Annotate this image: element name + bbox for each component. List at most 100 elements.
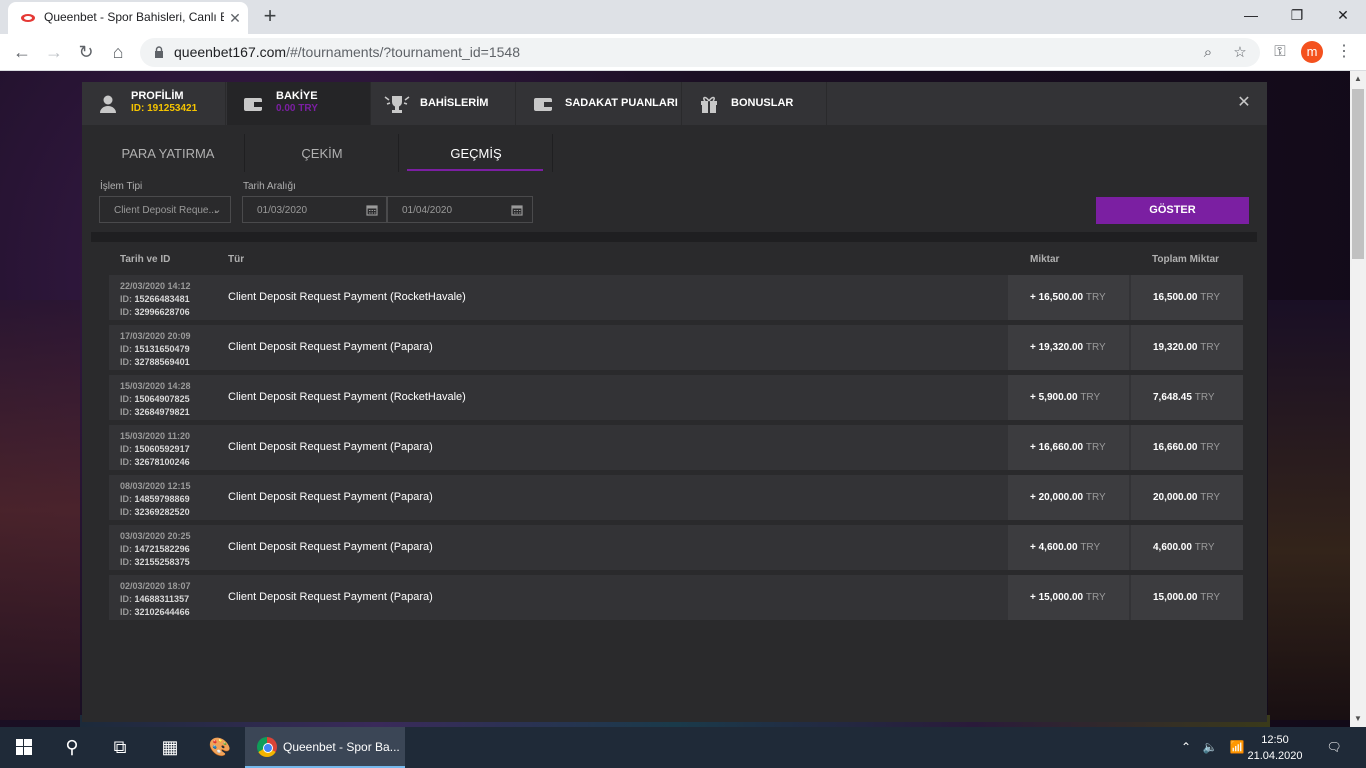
transaction-type-select[interactable]: Client Deposit Reque... ⌄ bbox=[99, 196, 231, 223]
subtab-history[interactable]: GEÇMİŞ bbox=[399, 134, 553, 172]
row-amount-cell: + 16,500.00 TRY bbox=[1008, 275, 1129, 320]
home-icon[interactable]: ⌂ bbox=[106, 40, 130, 64]
windows-start-icon[interactable] bbox=[0, 727, 48, 768]
table-row: 08/03/2020 12:15 ID: 14859798869 ID: 32369… bbox=[109, 475, 1243, 520]
account-modal: PROFİLİM ID: 191253421 BAKİYE 0.00 TRY B… bbox=[82, 82, 1267, 722]
scroll-down-icon[interactable]: ▼ bbox=[1350, 711, 1366, 727]
tab-my-bets[interactable]: BAHİSLERİM bbox=[372, 82, 516, 125]
row-type: Client Deposit Request Payment (Papara) bbox=[228, 441, 433, 453]
currency-label: TRY bbox=[1080, 392, 1101, 403]
calendar-icon[interactable] bbox=[510, 203, 524, 217]
row-total: 15,000.00 bbox=[1153, 592, 1198, 603]
calculator-icon[interactable]: ▦ bbox=[146, 727, 194, 768]
row-id-secondary: 32684979821 bbox=[134, 407, 190, 417]
row-amount-cell: + 15,000.00 TRY bbox=[1008, 575, 1129, 620]
zoom-icon[interactable]: ⌕ bbox=[1197, 42, 1219, 64]
table-row: 15/03/2020 14:28 ID: 15064907825 ID: 32684… bbox=[109, 375, 1243, 420]
tab-profile-id: ID: 191253421 bbox=[131, 103, 198, 114]
row-id-primary: 15266483481 bbox=[134, 294, 190, 304]
tab-loyalty-points[interactable]: SADAKAT PUANLARI bbox=[517, 82, 682, 125]
trophy-icon bbox=[384, 96, 410, 113]
table-row: 02/03/2020 18:07 ID: 14688311357 ID: 32102… bbox=[109, 575, 1243, 620]
row-date: 08/03/2020 12:15 bbox=[120, 481, 191, 491]
row-date-id: 15/03/2020 11:20 ID: 15060592917 ID: 32678… bbox=[120, 430, 190, 469]
tab-balance[interactable]: BAKİYE 0.00 TRY bbox=[227, 82, 371, 125]
date-from-input[interactable]: 01/03/2020 bbox=[242, 196, 387, 223]
row-date-id: 02/03/2020 18:07 ID: 14688311357 ID: 32102… bbox=[120, 580, 191, 619]
row-total: 4,600.00 bbox=[1153, 542, 1192, 553]
key-icon[interactable]: ⚿ bbox=[1269, 41, 1291, 63]
profile-avatar[interactable]: m bbox=[1301, 41, 1323, 63]
subtab-withdraw[interactable]: ÇEKİM bbox=[245, 134, 399, 172]
row-id-primary: 14688311357 bbox=[134, 594, 190, 604]
id-label: ID: bbox=[120, 394, 132, 404]
table-row: 03/03/2020 20:25 ID: 14721582296 ID: 32155… bbox=[109, 525, 1243, 570]
wallet-icon bbox=[244, 98, 262, 111]
transaction-type-value: Client Deposit Reque... bbox=[114, 205, 217, 216]
tab-close-icon[interactable]: ✕ bbox=[226, 9, 244, 27]
row-type: Client Deposit Request Payment (Papara) bbox=[228, 541, 433, 553]
id-label: ID: bbox=[120, 357, 132, 367]
page-scrollbar[interactable]: ▲ ▼ bbox=[1350, 71, 1366, 727]
new-tab-button[interactable]: + bbox=[258, 4, 282, 28]
taskbar-chrome-label: Queenbet - Spor Ba... bbox=[283, 740, 400, 754]
tray-chevron-up-icon[interactable]: ⌃ bbox=[1176, 727, 1196, 768]
address-bar[interactable]: queenbet167.com/#/tournaments/?tournamen… bbox=[140, 38, 1260, 67]
system-clock[interactable]: 12:50 21.04.2020 bbox=[1245, 732, 1305, 764]
row-total-cell: 16,500.00 TRY bbox=[1131, 275, 1243, 320]
currency-label: TRY bbox=[1194, 542, 1215, 553]
active-subtab-underline bbox=[407, 169, 543, 171]
date-from-value: 01/03/2020 bbox=[257, 205, 308, 216]
row-id-primary: 14721582296 bbox=[134, 544, 190, 554]
row-amount-cell: + 16,660.00 TRY bbox=[1008, 425, 1129, 470]
tab-profile[interactable]: PROFİLİM ID: 191253421 bbox=[82, 82, 226, 125]
history-table: Tarih ve ID Tür Miktar Toplam Miktar 22/… bbox=[91, 242, 1257, 712]
header-type: Tür bbox=[228, 254, 245, 265]
subtab-deposit[interactable]: PARA YATIRMA bbox=[91, 134, 245, 172]
scroll-up-icon[interactable]: ▲ bbox=[1350, 71, 1366, 87]
browser-tab[interactable]: Queenbet - Spor Bahisleri, Canlı B ✕ bbox=[8, 2, 248, 34]
currency-label: TRY bbox=[1085, 342, 1106, 353]
forward-icon[interactable]: → bbox=[42, 40, 66, 64]
browser-menu-icon[interactable]: ⋮ bbox=[1334, 40, 1354, 64]
row-amount-cell: + 4,600.00 TRY bbox=[1008, 525, 1129, 570]
url-path: /#/tournaments/?tournament_id=1548 bbox=[286, 44, 520, 60]
row-amount: + 4,600.00 bbox=[1030, 542, 1078, 553]
search-icon[interactable]: ⚲ bbox=[48, 727, 96, 768]
date-to-input[interactable]: 01/04/2020 bbox=[387, 196, 533, 223]
chrome-icon bbox=[257, 737, 277, 757]
currency-label: TRY bbox=[1200, 342, 1221, 353]
row-type: Client Deposit Request Payment (RocketHa… bbox=[228, 391, 466, 403]
close-window-button[interactable]: ✕ bbox=[1320, 0, 1366, 30]
row-amount: + 19,320.00 bbox=[1030, 342, 1084, 353]
minimize-button[interactable]: — bbox=[1228, 0, 1274, 30]
row-date-id: 22/03/2020 14:12 ID: 15266483481 ID: 32996… bbox=[120, 280, 191, 319]
tab-title: Queenbet - Spor Bahisleri, Canlı B bbox=[44, 10, 224, 24]
row-date-id: 03/03/2020 20:25 ID: 14721582296 ID: 32155… bbox=[120, 530, 191, 569]
calendar-icon[interactable] bbox=[365, 203, 379, 217]
id-label: ID: bbox=[120, 444, 132, 454]
row-id-primary: 15131650479 bbox=[134, 344, 190, 354]
task-view-icon[interactable]: ⧉ bbox=[96, 727, 144, 768]
volume-icon[interactable]: 🔈 bbox=[1198, 727, 1222, 768]
row-date-id: 17/03/2020 20:09 ID: 15131650479 ID: 32788… bbox=[120, 330, 191, 369]
reload-icon[interactable]: ↻ bbox=[74, 40, 98, 64]
notifications-icon[interactable]: 🗨 bbox=[1318, 727, 1350, 768]
paint-icon[interactable]: 🎨 bbox=[196, 727, 244, 768]
back-icon[interactable]: ← bbox=[10, 40, 34, 64]
taskbar-chrome-window[interactable]: Queenbet - Spor Ba... bbox=[245, 727, 405, 768]
currency-label: TRY bbox=[1085, 292, 1106, 303]
currency-label: TRY bbox=[1200, 292, 1221, 303]
show-button[interactable]: GÖSTER bbox=[1096, 197, 1249, 224]
bookmark-star-icon[interactable]: ☆ bbox=[1229, 42, 1251, 64]
gift-icon bbox=[701, 96, 717, 113]
id-label: ID: bbox=[120, 344, 132, 354]
header-date-id: Tarih ve ID bbox=[120, 254, 171, 265]
tab-bonuses[interactable]: BONUSLAR bbox=[683, 82, 827, 125]
maximize-button[interactable]: ❐ bbox=[1274, 0, 1320, 30]
background-art-left bbox=[0, 300, 80, 720]
transaction-type-label: İşlem Tipi bbox=[100, 181, 143, 192]
modal-close-icon[interactable]: ✕ bbox=[1234, 93, 1254, 113]
scroll-thumb[interactable] bbox=[1352, 89, 1364, 259]
url-text: queenbet167.com/#/tournaments/?tournamen… bbox=[174, 44, 520, 60]
